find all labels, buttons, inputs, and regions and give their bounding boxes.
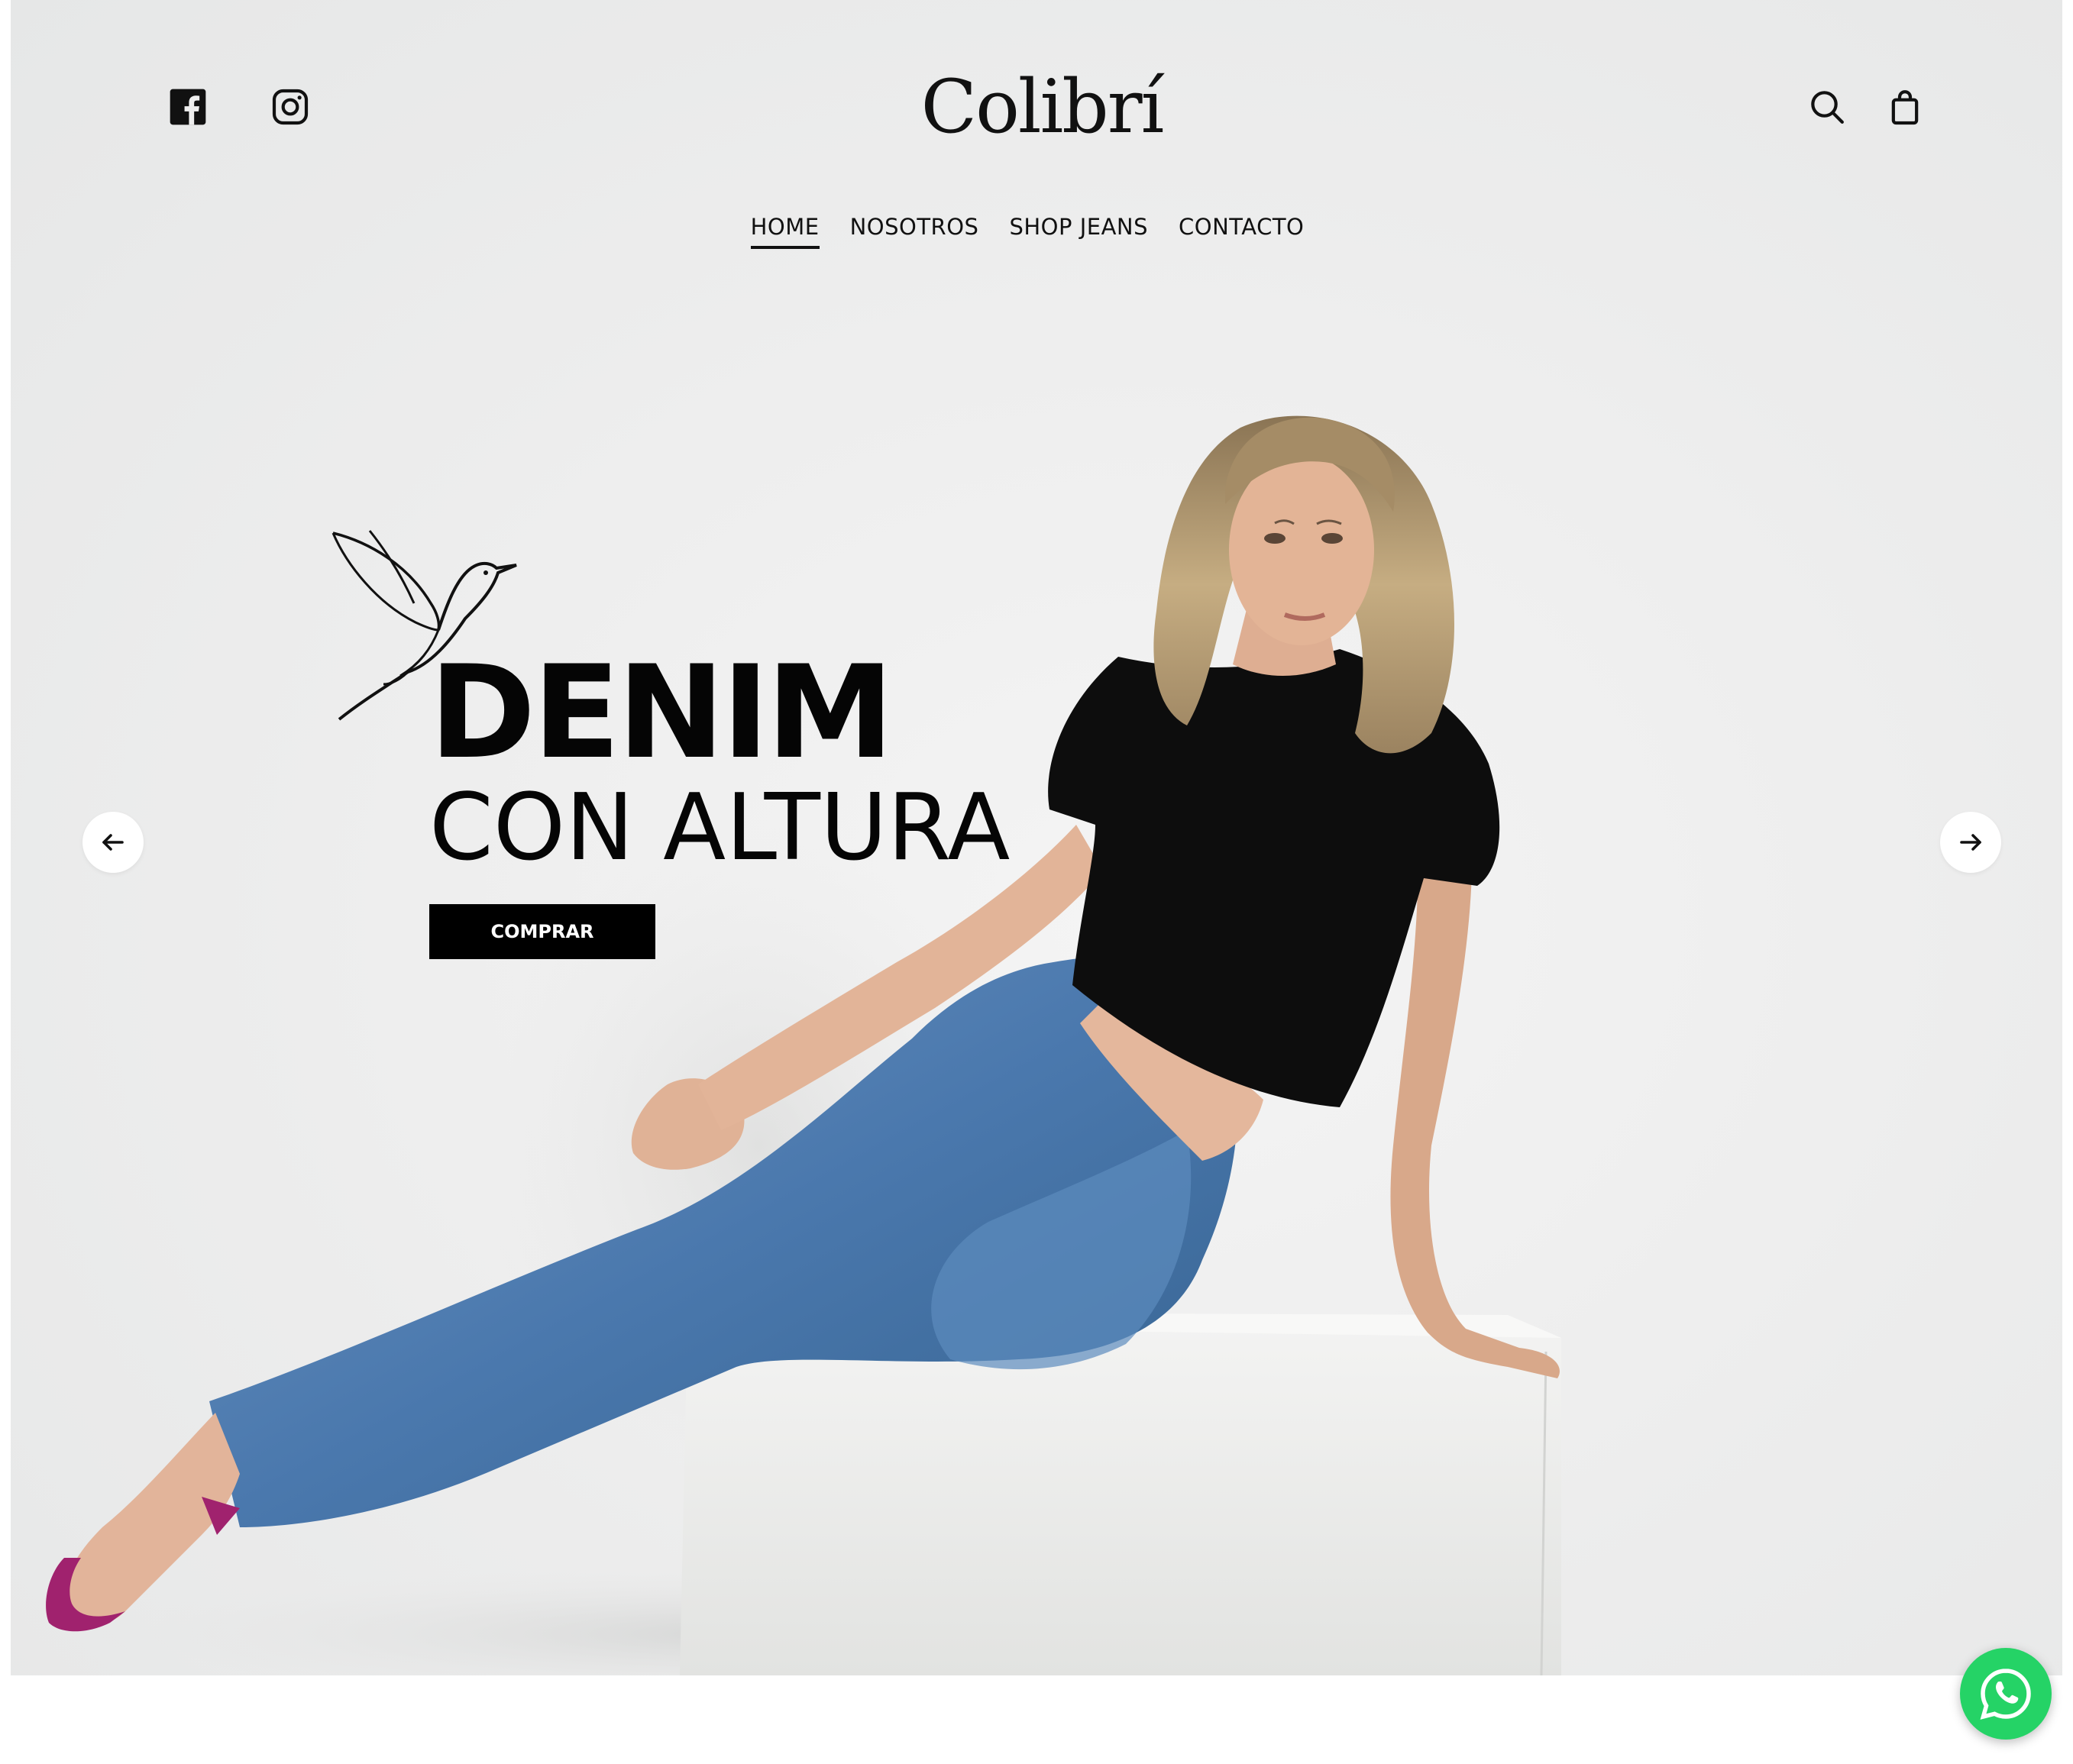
carousel-next-button[interactable] [1940,812,2001,873]
hero-headline-primary: DENIM [429,638,894,787]
whatsapp-icon [1980,1669,2031,1720]
nav-item-home[interactable]: HOME [750,214,820,249]
whatsapp-button[interactable] [1960,1648,2052,1740]
hero-headline-secondary: CON ALTURA [429,775,1011,881]
facebook-icon[interactable] [167,86,209,128]
main-nav: HOME NOSOTROS SHOP JEANS CONTACTO [11,214,2053,249]
arrow-left-icon [102,834,124,851]
hero-banner: Colibrí HOME NOSOTROS SHOP JEANS CONTACT… [11,0,2062,1675]
shopping-bag-icon[interactable] [1884,86,1926,128]
page: Colibrí HOME NOSOTROS SHOP JEANS CONTACT… [0,0,2073,1764]
brand-logo[interactable]: Colibrí [920,61,1165,153]
nav-item-nosotros[interactable]: NOSOTROS [850,214,979,249]
nav-item-shop-jeans[interactable]: SHOP JEANS [1009,214,1148,249]
carousel-prev-button[interactable] [82,812,144,873]
site-header: Colibrí HOME NOSOTROS SHOP JEANS CONTACT… [11,0,2062,275]
instagram-icon[interactable] [269,86,312,128]
search-icon[interactable] [1806,86,1848,128]
comprar-button[interactable]: COMPRAR [429,904,655,959]
nav-item-contacto[interactable]: CONTACTO [1179,214,1304,249]
arrow-right-icon [1960,834,1981,851]
